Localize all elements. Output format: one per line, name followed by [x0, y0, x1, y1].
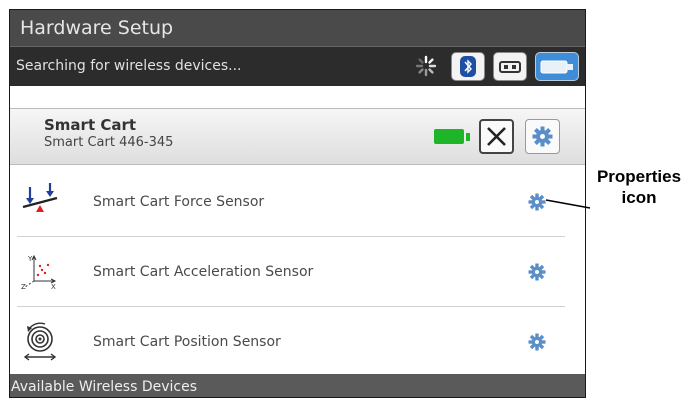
properties-icon-callout: Properties icon	[585, 166, 693, 208]
spinner-icon	[415, 55, 437, 77]
properties-gear-icon[interactable]	[527, 332, 547, 352]
sensor-label-position: Smart Cart Position Sensor	[93, 334, 281, 350]
usb-icon	[499, 61, 521, 73]
panel-title: Hardware Setup	[10, 10, 585, 47]
bluetooth-button[interactable]	[451, 52, 485, 81]
gear-icon	[532, 126, 553, 147]
hardware-setup-panel: Hardware Setup Searching for wireless de…	[9, 9, 586, 398]
sensor-row-acceleration[interactable]: Y X Z Smart Cart Acceleration Sensor	[17, 237, 565, 307]
cable-button[interactable]	[535, 52, 579, 81]
device-name: Smart Cart	[44, 116, 137, 134]
usb-button[interactable]	[493, 52, 527, 81]
search-status-bar: Searching for wireless devices...	[10, 47, 585, 86]
smart-cart-header: Smart Cart Smart Cart 446-345	[10, 108, 585, 165]
sensor-row-force[interactable]: Smart Cart Force Sensor	[17, 167, 565, 237]
svg-text:Z: Z	[21, 283, 26, 291]
position-sensor-icon	[23, 322, 57, 361]
battery-tip	[466, 133, 470, 141]
properties-gear-icon[interactable]	[527, 192, 547, 212]
sensor-label-force: Smart Cart Force Sensor	[93, 194, 265, 210]
acceleration-sensor-icon: Y X Z	[21, 254, 57, 291]
available-devices-label: Available Wireless Devices	[11, 379, 198, 395]
search-status-text: Searching for wireless devices...	[16, 58, 242, 74]
properties-gear-icon[interactable]	[527, 262, 547, 282]
svg-text:Y: Y	[27, 255, 33, 263]
cable-icon	[540, 60, 573, 74]
bluetooth-icon	[460, 56, 476, 77]
sensor-row-position[interactable]: Smart Cart Position Sensor	[17, 307, 565, 377]
device-id: Smart Cart 446-345	[44, 135, 174, 150]
close-icon	[487, 127, 506, 146]
sensor-label-acceleration: Smart Cart Acceleration Sensor	[93, 264, 314, 280]
disconnect-button[interactable]	[479, 119, 514, 154]
callout-line-1: Properties	[596, 167, 682, 186]
svg-text:X: X	[51, 283, 56, 291]
device-properties-button[interactable]	[525, 119, 560, 154]
force-sensor-icon	[22, 183, 58, 212]
battery-icon	[434, 129, 464, 144]
callout-line-2: icon	[621, 188, 657, 207]
available-devices-bar[interactable]: Available Wireless Devices	[10, 374, 585, 397]
